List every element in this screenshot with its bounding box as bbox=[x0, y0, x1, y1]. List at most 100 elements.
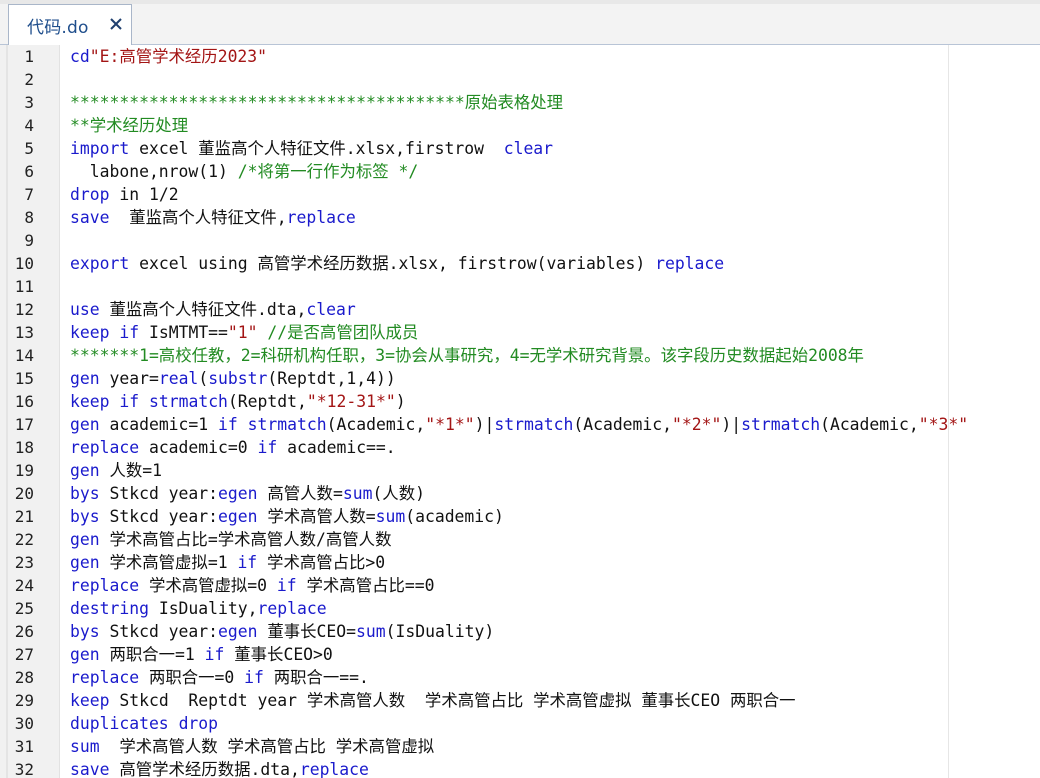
code-line[interactable]: 31 sum 学术高管人数 学术高管占比 学术高管虚拟 bbox=[0, 735, 1040, 758]
code-token-plain: (Academic, bbox=[326, 415, 426, 434]
line-code[interactable]: ****************************************… bbox=[70, 91, 563, 114]
line-number: 32 bbox=[14, 760, 34, 778]
code-token-plain: )| bbox=[721, 415, 742, 434]
code-line[interactable]: 13 keep if IsMTMT=="1" //是否高管团队成员 bbox=[0, 321, 1040, 344]
code-line[interactable]: 9 bbox=[0, 229, 1040, 252]
code-line[interactable]: 19 gen 人数=1 bbox=[0, 459, 1040, 482]
code-token-kw: gen bbox=[70, 369, 100, 388]
code-line[interactable]: 10 export excel using 高管学术经历数据.xlsx, firs… bbox=[0, 252, 1040, 275]
code-line[interactable]: 28 replace 两职合一=0 if 两职合一==. bbox=[0, 666, 1040, 689]
code-editor[interactable]: 1 cd"E:高管学术经历2023" 2 3 *********************… bbox=[0, 45, 1040, 778]
code-token-cmt: ****************************************… bbox=[70, 93, 564, 112]
line-code[interactable]: import excel 董监高个人特征文件.xlsx,firstrow cle… bbox=[70, 137, 553, 160]
code-token-kw: if bbox=[204, 645, 225, 664]
code-token-kw: replace bbox=[655, 254, 725, 273]
line-code[interactable]: bys Stkcd year:egen 董事长CEO=sum(IsDuality… bbox=[70, 620, 494, 643]
line-code[interactable]: gen year=real(substr(Reptdt,1,4)) bbox=[70, 367, 396, 390]
line-code[interactable]: use 董监高个人特征文件.dta,clear bbox=[70, 298, 356, 321]
code-line[interactable]: 32 save 高管学术经历数据.dta,replace bbox=[0, 758, 1040, 778]
line-code[interactable]: *******1=高校任教，2=科研机构任职，3=协会从事研究，4=无学术研究背… bbox=[70, 344, 864, 367]
line-code[interactable]: destring IsDuality,replace bbox=[70, 597, 327, 620]
code-line[interactable]: 16 keep if strmatch(Reptdt,"*12-31*") bbox=[0, 390, 1040, 413]
close-icon[interactable] bbox=[107, 14, 125, 34]
line-code[interactable]: cd"E:高管学术经历2023" bbox=[70, 45, 267, 68]
code-line[interactable]: 26 bys Stkcd year:egen 董事长CEO=sum(IsDuali… bbox=[0, 620, 1040, 643]
code-token-str: "*3*" bbox=[918, 415, 969, 434]
line-code[interactable]: drop in 1/2 bbox=[70, 183, 179, 206]
code-token-str: "E:高管学术经历2023" bbox=[89, 47, 268, 66]
line-code[interactable]: **学术经历处理 bbox=[70, 114, 188, 137]
code-line[interactable]: 15 gen year=real(substr(Reptdt,1,4)) bbox=[0, 367, 1040, 390]
code-token-plain: in 1/2 bbox=[109, 185, 179, 204]
line-code[interactable]: duplicates drop bbox=[70, 712, 218, 735]
code-token-kw: replace bbox=[257, 599, 327, 618]
code-token-kw: import bbox=[70, 139, 130, 158]
line-number: 3 bbox=[24, 93, 34, 112]
code-line[interactable]: 17 gen academic=1 if strmatch(Academic,"*… bbox=[0, 413, 1040, 436]
line-code[interactable]: keep Stkcd Reptdt year 学术高管人数 学术高管占比 学术高… bbox=[70, 689, 796, 712]
line-number: 5 bbox=[24, 139, 34, 158]
code-line[interactable]: 11 bbox=[0, 275, 1040, 298]
line-code[interactable]: save 董监高个人特征文件,replace bbox=[70, 206, 356, 229]
line-code[interactable]: bys Stkcd year:egen 高管人数=sum(人数) bbox=[70, 482, 425, 505]
line-number: 19 bbox=[14, 461, 34, 480]
code-token-plain: 学术高管人数= bbox=[257, 507, 376, 526]
line-code[interactable]: labone,nrow(1) /*将第一行作为标签 */ bbox=[70, 160, 419, 183]
code-token-kw: gen bbox=[70, 415, 100, 434]
line-code[interactable]: gen 人数=1 bbox=[70, 459, 162, 482]
line-code[interactable]: bys Stkcd year:egen 学术高管人数=sum(academic) bbox=[70, 505, 504, 528]
code-token-kw: duplicates bbox=[70, 714, 169, 733]
line-code[interactable]: gen academic=1 if strmatch(Academic,"*1*… bbox=[70, 413, 968, 436]
code-line[interactable]: 4 **学术经历处理 bbox=[0, 114, 1040, 137]
code-lines[interactable]: 1 cd"E:高管学术经历2023" 2 3 *********************… bbox=[0, 45, 1040, 778]
code-line[interactable]: 14 *******1=高校任教，2=科研机构任职，3=协会从事研究，4=无学术研… bbox=[0, 344, 1040, 367]
line-code[interactable]: gen 两职合一=1 if 董事长CEO>0 bbox=[70, 643, 333, 666]
code-line[interactable]: 3 ***************************************… bbox=[0, 91, 1040, 114]
code-token-plain: ) bbox=[395, 392, 406, 411]
code-token-kw: cd bbox=[70, 47, 90, 66]
code-line[interactable]: 20 bys Stkcd year:egen 高管人数=sum(人数) bbox=[0, 482, 1040, 505]
code-token-plain: (Reptdt,1,4)) bbox=[267, 369, 396, 388]
line-number: 22 bbox=[14, 530, 34, 549]
code-line[interactable]: 18 replace academic=0 if academic==. bbox=[0, 436, 1040, 459]
code-token-plain: Stkcd year: bbox=[99, 484, 219, 503]
code-token-str: "*1*" bbox=[425, 415, 475, 434]
code-line[interactable]: 12 use 董监高个人特征文件.dta,clear bbox=[0, 298, 1040, 321]
line-code[interactable]: replace academic=0 if academic==. bbox=[70, 436, 396, 459]
code-line[interactable]: 21 bys Stkcd year:egen 学术高管人数=sum(academi… bbox=[0, 505, 1040, 528]
code-line[interactable]: 8 save 董监高个人特征文件,replace bbox=[0, 206, 1040, 229]
code-token-plain: 两职合一==. bbox=[263, 668, 369, 687]
code-line[interactable]: 24 replace 学术高管虚拟=0 if 学术高管占比==0 bbox=[0, 574, 1040, 597]
code-token-plain: )| bbox=[474, 415, 495, 434]
line-code[interactable]: save 高管学术经历数据.dta,replace bbox=[70, 758, 369, 778]
code-token-plain: 人数=1 bbox=[99, 461, 162, 480]
tab-file[interactable]: 代码.do bbox=[8, 4, 132, 45]
code-line[interactable]: 29 keep Stkcd Reptdt year 学术高管人数 学术高管占比 学… bbox=[0, 689, 1040, 712]
line-code[interactable]: gen 学术高管占比=学术高管人数/高管人数 bbox=[70, 528, 391, 551]
tab-title[interactable]: 代码.do bbox=[27, 13, 89, 38]
line-code[interactable]: export excel using 高管学术经历数据.xlsx, firstr… bbox=[70, 252, 724, 275]
code-line[interactable]: 25 destring IsDuality,replace bbox=[0, 597, 1040, 620]
code-token-cmt: /*将第一行作为标签 */ bbox=[237, 162, 419, 181]
line-code[interactable]: replace 学术高管虚拟=0 if 学术高管占比==0 bbox=[70, 574, 434, 597]
code-line[interactable]: 1 cd"E:高管学术经历2023" bbox=[0, 45, 1040, 68]
code-line[interactable]: 7 drop in 1/2 bbox=[0, 183, 1040, 206]
code-line[interactable]: 23 gen 学术高管虚拟=1 if 学术高管占比>0 bbox=[0, 551, 1040, 574]
line-code[interactable]: gen 学术高管虚拟=1 if 学术高管占比>0 bbox=[70, 551, 385, 574]
code-line[interactable]: 6 labone,nrow(1) /*将第一行作为标签 */ bbox=[0, 160, 1040, 183]
code-token-kw: if bbox=[244, 668, 264, 687]
line-code[interactable]: replace 两职合一=0 if 两职合一==. bbox=[70, 666, 369, 689]
code-line[interactable]: 2 bbox=[0, 68, 1040, 91]
code-line[interactable]: 27 gen 两职合一=1 if 董事长CEO>0 bbox=[0, 643, 1040, 666]
line-code[interactable]: keep if strmatch(Reptdt,"*12-31*") bbox=[70, 390, 406, 413]
code-token-kw: clear bbox=[503, 139, 554, 158]
line-code[interactable]: sum 学术高管人数 学术高管占比 学术高管虚拟 bbox=[70, 735, 434, 758]
code-line[interactable]: 30 duplicates drop bbox=[0, 712, 1040, 735]
code-token-kw: egen bbox=[218, 622, 258, 641]
tab-bar: 代码.do bbox=[0, 0, 1040, 45]
line-code[interactable]: keep if IsMTMT=="1" //是否高管团队成员 bbox=[70, 321, 418, 344]
code-token-kw: bys bbox=[70, 622, 100, 641]
code-line[interactable]: 5 import excel 董监高个人特征文件.xlsx,firstrow cl… bbox=[0, 137, 1040, 160]
code-line[interactable]: 22 gen 学术高管占比=学术高管人数/高管人数 bbox=[0, 528, 1040, 551]
